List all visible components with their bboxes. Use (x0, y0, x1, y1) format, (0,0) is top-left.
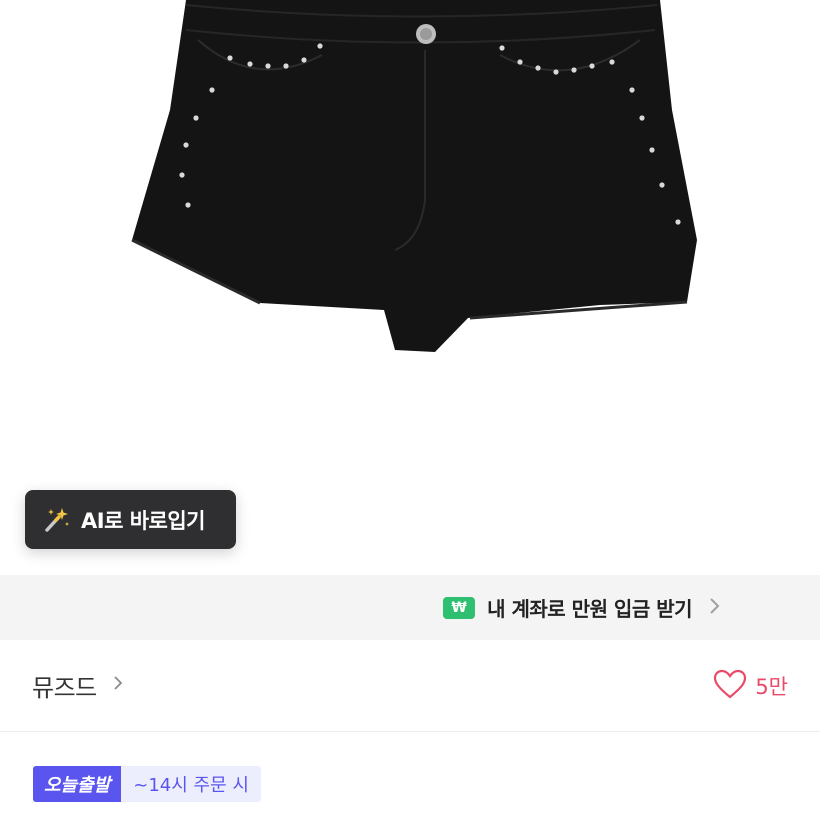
shipping-cutoff-note: ~14시 주문 시 (121, 766, 261, 802)
banner-text: 내 계좌로 만원 입금 받기 (487, 597, 692, 621)
account-deposit-banner[interactable]: ₩ 내 계좌로 만원 입금 받기 (0, 575, 820, 640)
today-shipping-badge: 오늘출발 (33, 766, 122, 802)
ai-try-on-button[interactable]: AI로 바로입기 (25, 490, 236, 549)
won-icon: ₩ (443, 596, 476, 619)
seller-row: 뮤즈드 5만 (0, 640, 820, 732)
chevron-right-icon (708, 596, 720, 620)
black-shorts-photo (131, 0, 697, 352)
shipping-info: 오늘출발 ~14시 주문 시 (33, 766, 261, 802)
like-button[interactable]: 5만 (713, 669, 788, 703)
magic-wand-icon (39, 503, 73, 537)
seller-name: 뮤즈드 (32, 674, 97, 702)
ai-try-on-label: AI로 바로입기 (81, 508, 205, 533)
chevron-right-icon (113, 675, 123, 696)
like-count: 5만 (755, 674, 788, 699)
heart-icon (713, 669, 747, 703)
seller-link[interactable]: 뮤즈드 (32, 668, 123, 703)
product-image[interactable] (0, 0, 820, 575)
